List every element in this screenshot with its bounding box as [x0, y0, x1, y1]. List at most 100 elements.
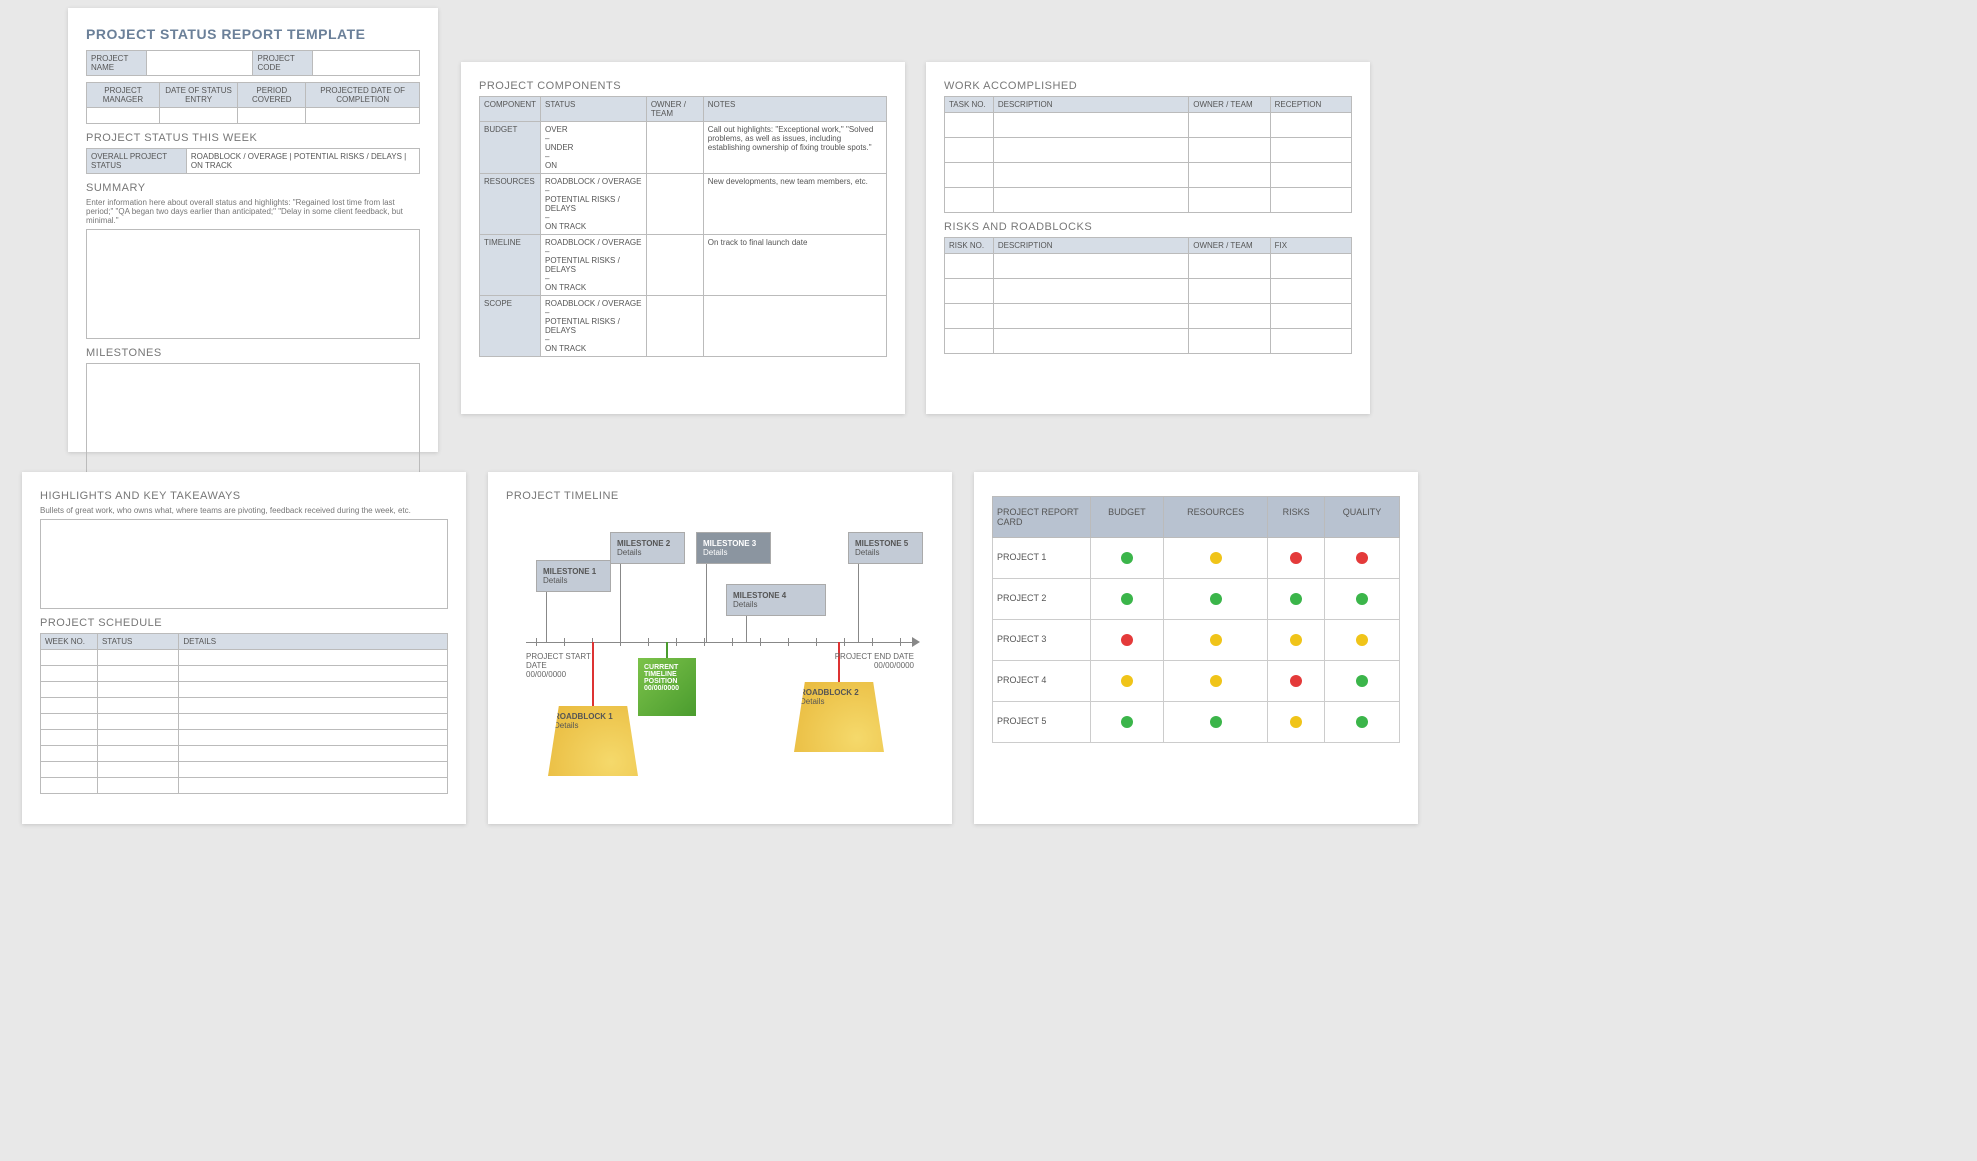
status-cell — [1090, 538, 1163, 579]
status-cell — [1090, 620, 1163, 661]
status-table: OVERALL PROJECT STATUS ROADBLOCK / OVERA… — [86, 148, 420, 174]
timeline-axis — [526, 642, 914, 643]
hdr-period: PERIOD COVERED — [238, 83, 306, 108]
work-table: TASK NO. DESCRIPTION OWNER / TEAM RECEPT… — [944, 96, 1352, 213]
status-cell — [1268, 702, 1325, 743]
summary-hint: Enter information here about overall sta… — [86, 198, 420, 225]
proj-id-table: PROJECT NAME PROJECT CODE — [86, 50, 420, 76]
status-cell — [1090, 579, 1163, 620]
start-label: PROJECT START DATE00/00/0000 — [526, 652, 606, 679]
proj-code-label: PROJECT CODE — [253, 51, 313, 76]
milestone-2: MILESTONE 2Details — [610, 532, 685, 564]
page-1: PROJECT STATUS REPORT TEMPLATE PROJECT N… — [68, 8, 438, 452]
proj-name-value[interactable] — [146, 51, 253, 76]
status-dot-icon — [1210, 552, 1222, 564]
hdr-date-entry: DATE OF STATUS ENTRY — [159, 83, 237, 108]
current-position: CURRENT TIMELINE POSITION00/00/0000 — [638, 658, 696, 716]
status-cell — [1090, 661, 1163, 702]
overall-status-opts: ROADBLOCK / OVERAGE | POTENTIAL RISKS / … — [186, 149, 419, 174]
status-dot-icon — [1210, 716, 1222, 728]
status-cell — [1268, 538, 1325, 579]
status-dot-icon — [1290, 675, 1302, 687]
table-row: PROJECT 3 — [993, 620, 1400, 661]
status-dot-icon — [1356, 552, 1368, 564]
table-row: PROJECT 4 — [993, 661, 1400, 702]
status-cell — [1090, 702, 1163, 743]
table-row: RESOURCES ROADBLOCK / OVERAGE – POTENTIA… — [480, 174, 887, 235]
status-dot-icon — [1290, 716, 1302, 728]
overall-status-label: OVERALL PROJECT STATUS — [87, 149, 187, 174]
status-cell — [1325, 538, 1400, 579]
status-dot-icon — [1121, 634, 1133, 646]
c-hdr-2: OWNER / TEAM — [646, 97, 703, 122]
status-dot-icon — [1356, 675, 1368, 687]
status-dot-icon — [1121, 675, 1133, 687]
milestone-3: MILESTONE 3Details — [696, 532, 771, 564]
status-dot-icon — [1290, 634, 1302, 646]
table-row: TIMELINE ROADBLOCK / OVERAGE – POTENTIAL… — [480, 235, 887, 296]
status-cell — [1164, 579, 1268, 620]
hl-box[interactable] — [40, 519, 448, 609]
end-label: PROJECT END DATE00/00/0000 — [834, 652, 914, 670]
hdr-pm: PROJECT MANAGER — [87, 83, 160, 108]
project-name: PROJECT 4 — [993, 661, 1091, 702]
table-row: BUDGET OVER – UNDER – ON Call out highli… — [480, 122, 887, 174]
table-row: PROJECT 5 — [993, 702, 1400, 743]
hl-hint: Bullets of great work, who owns what, wh… — [40, 506, 448, 515]
status-dot-icon — [1290, 552, 1302, 564]
status-dot-icon — [1210, 634, 1222, 646]
summary-title: SUMMARY — [86, 182, 420, 194]
status-dot-icon — [1210, 593, 1222, 605]
status-dot-icon — [1121, 593, 1133, 605]
status-dot-icon — [1356, 634, 1368, 646]
status-week-title: PROJECT STATUS THIS WEEK — [86, 132, 420, 144]
table-row: PROJECT 1 — [993, 538, 1400, 579]
roadblock-1: ROADBLOCK 1Details — [548, 706, 638, 776]
status-cell — [1268, 620, 1325, 661]
proj-name-label: PROJECT NAME — [87, 51, 147, 76]
sched-table: WEEK NO. STATUS DETAILS — [40, 633, 448, 794]
status-cell — [1268, 579, 1325, 620]
work-title: WORK ACCOMPLISHED — [944, 80, 1352, 92]
status-dot-icon — [1210, 675, 1222, 687]
c-hdr-0: COMPONENT — [480, 97, 541, 122]
status-cell — [1325, 620, 1400, 661]
status-cell — [1268, 661, 1325, 702]
table-row: PROJECT 2 — [993, 579, 1400, 620]
milestone-1: MILESTONE 1Details — [536, 560, 611, 592]
proj-code-value[interactable] — [313, 51, 420, 76]
page-3: WORK ACCOMPLISHED TASK NO. DESCRIPTION O… — [926, 62, 1370, 414]
page-6: PROJECT REPORT CARD BUDGET RESOURCES RIS… — [974, 472, 1418, 824]
status-dot-icon — [1356, 716, 1368, 728]
milestone-4: MILESTONE 4Details — [726, 584, 826, 616]
status-cell — [1325, 661, 1400, 702]
page-2: PROJECT COMPONENTS COMPONENT STATUS OWNE… — [461, 62, 905, 414]
risks-table: RISK NO. DESCRIPTION OWNER / TEAM FIX — [944, 237, 1352, 354]
arrow-icon — [912, 637, 920, 647]
status-cell — [1325, 579, 1400, 620]
components-table: COMPONENT STATUS OWNER / TEAM NOTES BUDG… — [479, 96, 887, 357]
status-dot-icon — [1290, 593, 1302, 605]
title: PROJECT STATUS REPORT TEMPLATE — [86, 26, 420, 42]
risks-title: RISKS AND ROADBLOCKS — [944, 221, 1352, 233]
status-cell — [1164, 702, 1268, 743]
status-cell — [1164, 661, 1268, 702]
milestones-box[interactable] — [86, 363, 420, 473]
meta-table: PROJECT MANAGER DATE OF STATUS ENTRY PER… — [86, 82, 420, 124]
timeline-title: PROJECT TIMELINE — [506, 490, 934, 502]
summary-box[interactable] — [86, 229, 420, 339]
table-row: SCOPE ROADBLOCK / OVERAGE – POTENTIAL RI… — [480, 296, 887, 357]
components-title: PROJECT COMPONENTS — [479, 80, 887, 92]
status-dot-icon — [1121, 716, 1133, 728]
c-hdr-1: STATUS — [541, 97, 647, 122]
project-name: PROJECT 3 — [993, 620, 1091, 661]
status-cell — [1325, 702, 1400, 743]
project-name: PROJECT 5 — [993, 702, 1091, 743]
status-dot-icon — [1356, 593, 1368, 605]
page-5: PROJECT TIMELINE MILESTONE 1Details MILE… — [488, 472, 952, 824]
hdr-proj-date: PROJECTED DATE OF COMPLETION — [306, 83, 420, 108]
sched-title: PROJECT SCHEDULE — [40, 617, 448, 629]
project-name: PROJECT 2 — [993, 579, 1091, 620]
c-hdr-3: NOTES — [703, 97, 886, 122]
page-4: HIGHLIGHTS AND KEY TAKEAWAYS Bullets of … — [22, 472, 466, 824]
